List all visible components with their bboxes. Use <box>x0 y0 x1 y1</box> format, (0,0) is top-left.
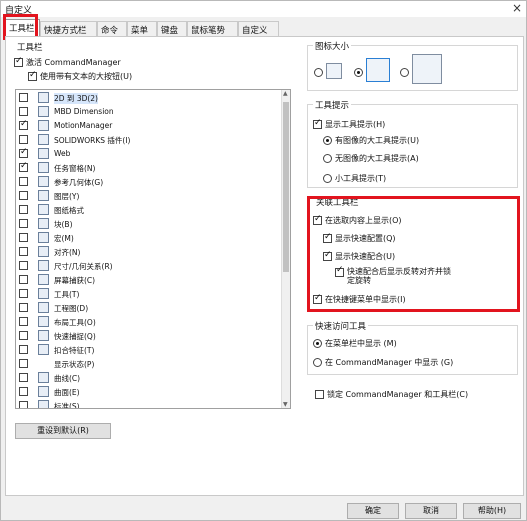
list-item[interactable]: SOLIDWORKS 插件(I) <box>16 134 284 146</box>
icon-size-group: 图标大小 <box>307 40 518 91</box>
list-item[interactable]: Web <box>16 147 284 160</box>
activate-cm-option[interactable]: 激活 CommandManager <box>14 56 121 68</box>
sheet-format-icon <box>38 204 49 215</box>
quick-snap-icon <box>38 330 49 341</box>
drawing-icon <box>38 302 49 313</box>
list-item[interactable]: MBD Dimension <box>16 106 284 118</box>
tooltip-small-option[interactable]: 小工具提示(T) <box>323 173 386 184</box>
tab-keyboard[interactable]: 键盘 <box>157 21 187 36</box>
tab-shortcut-bars[interactable]: 快捷方式栏 <box>40 21 97 36</box>
medium-cube-icon <box>366 58 390 82</box>
list-item[interactable]: 对齐(N) <box>16 246 284 258</box>
list-item[interactable]: 尺寸/几何关系(R) <box>16 260 284 272</box>
large-buttons-checkbox[interactable] <box>28 70 37 81</box>
customize-dialog: 自定义 × 工具栏 快捷方式栏 命令 菜单 键盘 鼠标笔势 自定义 工具栏 激活… <box>0 0 527 521</box>
list-item[interactable]: 参考几何体(G) <box>16 176 284 188</box>
screen-capture-icon <box>38 274 49 285</box>
mbd-icon <box>38 106 49 117</box>
list-item[interactable]: 扣合特征(T) <box>16 344 284 356</box>
list-item[interactable]: 曲线(C) <box>16 372 284 384</box>
tab-strip: 工具栏 快捷方式栏 命令 菜单 键盘 鼠标笔势 自定义 <box>5 19 524 37</box>
lock-cm-option[interactable]: 锁定 CommandManager 和工具栏(C) <box>315 389 468 400</box>
web-icon <box>38 148 49 159</box>
list-item[interactable]: 快速捕捉(Q) <box>16 330 284 342</box>
motion-icon <box>38 120 49 131</box>
tab-customization[interactable]: 自定义 <box>238 21 279 36</box>
list-item[interactable]: 工程图(D) <box>16 302 284 314</box>
addin-icon <box>38 134 49 145</box>
tab-menus[interactable]: 菜单 <box>127 21 157 36</box>
activate-cm-checkbox[interactable] <box>14 56 23 67</box>
cancel-button[interactable]: 取消 <box>405 503 457 519</box>
close-icon[interactable]: × <box>512 1 522 15</box>
scroll-down-icon[interactable]: ▼ <box>283 401 288 408</box>
tools-icon <box>38 288 49 299</box>
highlight-box-context <box>307 196 520 312</box>
list-item[interactable]: 图层(Y) <box>16 190 284 202</box>
icon-size-large-radio[interactable] <box>400 68 409 77</box>
tooltip-large-image-option[interactable]: 有图像的大工具提示(U) <box>323 135 419 146</box>
dimension-icon <box>38 260 49 271</box>
icon-size-label: 图标大小 <box>313 40 352 52</box>
toolbars-group-label: 工具栏 <box>15 41 45 53</box>
quick-access-label: 快速访问工具 <box>313 320 369 332</box>
scroll-up-icon[interactable]: ▲ <box>283 90 288 97</box>
tab-commands[interactable]: 命令 <box>97 21 127 36</box>
layer-icon <box>38 190 49 201</box>
block-icon <box>38 218 49 229</box>
small-cube-icon <box>326 63 342 79</box>
quick-access-menu-option[interactable]: 在菜单栏中显示 (M) <box>313 338 397 349</box>
list-item[interactable]: MotionManager <box>16 119 284 132</box>
large-cube-icon <box>412 54 442 84</box>
list-item[interactable]: 任务窗格(N) <box>16 161 284 174</box>
2d-to-3d-icon <box>38 92 49 103</box>
macro-icon <box>38 232 49 243</box>
reset-defaults-button[interactable]: 重设到默认(R) <box>15 423 111 439</box>
tooltips-label: 工具提示 <box>313 99 352 111</box>
title-bar: 自定义 × <box>1 1 526 17</box>
list-item[interactable]: 宏(M) <box>16 232 284 244</box>
list-scrollbar[interactable]: ▲ ▼ <box>281 90 290 408</box>
list-item[interactable]: 显示状态(P) <box>16 358 284 370</box>
large-buttons-option[interactable]: 使用带有文本的大按钮(U) <box>28 70 132 82</box>
fastening-icon <box>38 344 49 355</box>
quick-access-cm-option[interactable]: 在 CommandManager 中显示 (G) <box>313 357 453 368</box>
list-item[interactable]: 曲面(E) <box>16 386 284 398</box>
list-item[interactable]: 标准(S) <box>16 400 284 408</box>
tooltip-large-noimage-option[interactable]: 无图像的大工具提示(A) <box>323 153 419 164</box>
scrollbar-thumb[interactable] <box>283 102 289 272</box>
ok-button[interactable]: 确定 <box>347 503 399 519</box>
icon-size-medium-radio[interactable] <box>354 68 363 77</box>
ref-geometry-icon <box>38 176 49 187</box>
list-item[interactable]: 图纸格式 <box>16 204 284 216</box>
curve-icon <box>38 372 49 383</box>
align-icon <box>38 246 49 257</box>
task-pane-icon <box>38 162 49 173</box>
show-tooltips-option[interactable]: 显示工具提示(H) <box>313 118 385 130</box>
tab-mouse-gestures[interactable]: 鼠标笔势 <box>187 21 238 36</box>
display-state-icon <box>38 358 49 369</box>
list-item[interactable]: 块(B) <box>16 218 284 230</box>
icon-size-small-radio[interactable] <box>314 68 323 77</box>
list-item[interactable]: 布局工具(O) <box>16 316 284 328</box>
layout-icon <box>38 316 49 327</box>
list-item[interactable]: 2D 到 3D(2) <box>16 92 284 104</box>
help-button[interactable]: 帮助(H) <box>463 503 521 519</box>
list-item[interactable]: 工具(T) <box>16 288 284 300</box>
list-item[interactable]: 屏幕捕获(C) <box>16 274 284 286</box>
surface-icon <box>38 386 49 397</box>
standard-icon <box>38 400 49 408</box>
toolbar-list[interactable]: 2D 到 3D(2) MBD Dimension MotionManager S… <box>15 89 291 409</box>
